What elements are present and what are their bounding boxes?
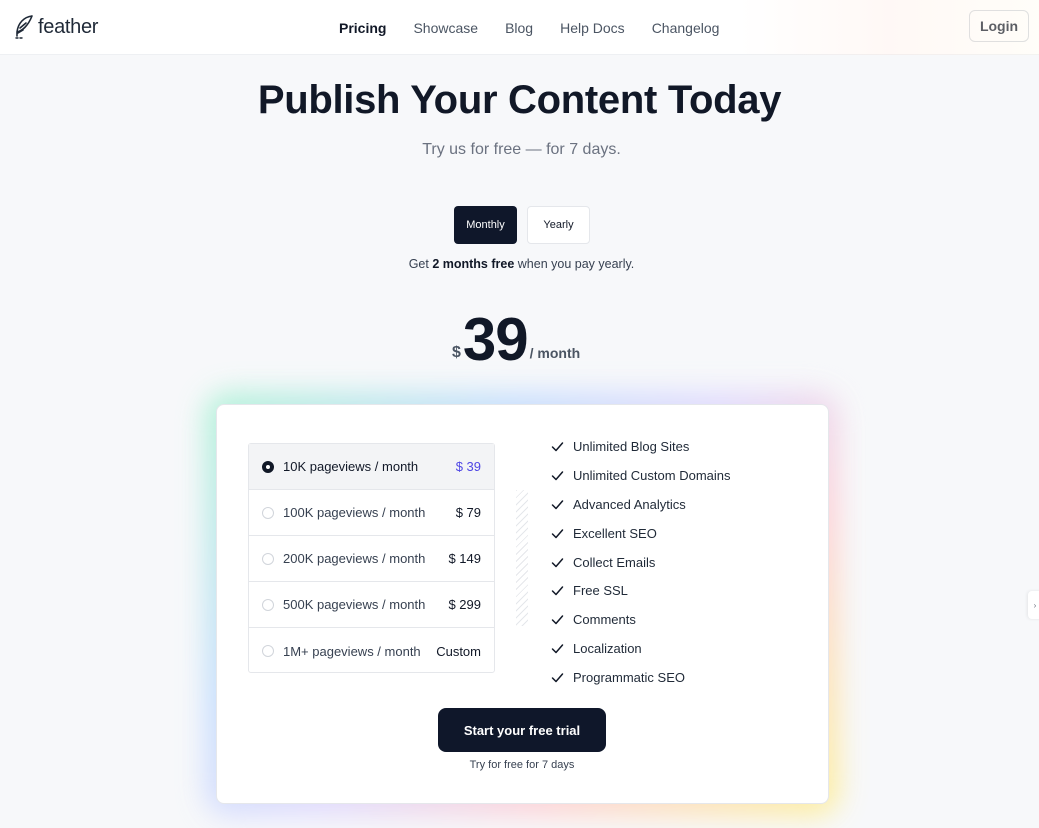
check-icon [551, 557, 564, 567]
radio-button[interactable] [262, 598, 274, 611]
nav-item-help-docs[interactable]: Help Docs [560, 20, 625, 36]
plan-price: $ 39 [455, 459, 481, 474]
check-icon [551, 499, 564, 509]
promo-prefix: Get [408, 257, 433, 271]
radio-button[interactable] [262, 506, 274, 519]
feature-label: Localization [573, 641, 642, 657]
chat-icon: › [1033, 600, 1037, 610]
feature-label: Collect Emails [573, 554, 656, 570]
price-currency: $ [452, 344, 461, 361]
check-icon [551, 644, 564, 654]
page-subtitle: Try us for free — for 7 days. [422, 141, 621, 158]
price-period: / month [529, 345, 581, 361]
plan-label: 500K pageviews / month [283, 597, 426, 612]
feature-item: Advanced Analytics [551, 490, 811, 519]
feature-item: Comments [551, 605, 811, 634]
plan-selector: 10K pageviews / month $ 39 100K pageview… [248, 443, 495, 673]
check-icon [551, 442, 564, 452]
nav-item-blog[interactable]: Blog [505, 20, 533, 36]
nav-item-showcase[interactable]: Showcase [413, 20, 478, 36]
feature-label: Comments [573, 612, 636, 628]
hatched-divider [516, 490, 528, 626]
plan-label: 10K pageviews / month [283, 459, 419, 474]
check-icon [551, 615, 564, 625]
plan-price: $ 149 [448, 551, 481, 566]
billing-yearly-button[interactable]: Yearly [527, 206, 590, 244]
feature-label: Unlimited Blog Sites [573, 438, 690, 454]
feature-item: Localization [551, 634, 811, 663]
radio-button[interactable] [262, 460, 274, 473]
yearly-promo-text: Get 2 months free when you pay yearly. [0, 257, 1039, 271]
check-icon [551, 471, 564, 481]
feature-item: Excellent SEO [551, 519, 811, 548]
feature-item: Free SSL [551, 576, 811, 605]
nav-item-pricing[interactable]: Pricing [339, 20, 386, 36]
plan-label: 1M+ pageviews / month [283, 643, 421, 659]
feature-item: Unlimited Custom Domains [551, 461, 811, 490]
plan-label: 100K pageviews / month [283, 505, 426, 520]
logo-text: feather [38, 15, 99, 38]
feature-label: Advanced Analytics [573, 496, 686, 512]
start-free-trial-button[interactable]: Start your free trial [438, 708, 606, 752]
feature-item: Programmatic SEO [551, 663, 811, 692]
feature-label: Unlimited Custom Domains [573, 467, 731, 483]
cta-sublabel: Try for free for 7 days [469, 759, 575, 771]
plan-option-200k[interactable]: 200K pageviews / month $ 149 [249, 536, 494, 582]
billing-monthly-button[interactable]: Monthly [454, 206, 517, 244]
feature-list: Unlimited Blog Sites Unlimited Custom Do… [551, 432, 811, 692]
radio-button[interactable] [262, 645, 274, 657]
radio-button[interactable] [262, 552, 274, 565]
plan-option-1m[interactable]: 1M+ pageviews / month Custom [249, 628, 494, 674]
feature-item: Unlimited Blog Sites [551, 432, 811, 461]
plan-price: Custom [436, 643, 481, 659]
feature-label: Free SSL [573, 583, 628, 599]
check-icon [551, 586, 564, 596]
plan-option-10k[interactable]: 10K pageviews / month $ 39 [249, 444, 494, 490]
plan-option-500k[interactable]: 500K pageviews / month $ 299 [249, 582, 494, 628]
plan-option-100k[interactable]: 100K pageviews / month $ 79 [249, 490, 494, 536]
price-display: $ 39 / month [452, 302, 580, 372]
plan-price: $ 79 [455, 505, 481, 520]
check-icon [551, 528, 564, 538]
nav-item-changelog[interactable]: Changelog [652, 20, 720, 36]
chat-widget-tab[interactable]: › [1028, 591, 1039, 619]
promo-suffix: when you pay yearly. [514, 257, 635, 271]
price-amount: 39 [462, 306, 529, 373]
plan-label: 200K pageviews / month [283, 551, 426, 566]
main-nav: Pricing Showcase Blog Help Docs Changelo… [339, 0, 746, 55]
page-title: Publish Your Content Today [257, 78, 782, 122]
promo-highlight: 2 months free [432, 257, 515, 271]
feature-label: Programmatic SEO [573, 670, 685, 686]
login-button[interactable]: Login [969, 10, 1029, 42]
plan-price: $ 299 [448, 597, 481, 612]
feather-icon [15, 15, 33, 39]
feature-item: Collect Emails [551, 548, 811, 577]
site-header: feather Pricing Showcase Blog Help Docs … [0, 0, 1039, 55]
feature-label: Excellent SEO [573, 525, 657, 541]
check-icon [551, 673, 564, 683]
logo[interactable]: feather [13, 12, 98, 42]
